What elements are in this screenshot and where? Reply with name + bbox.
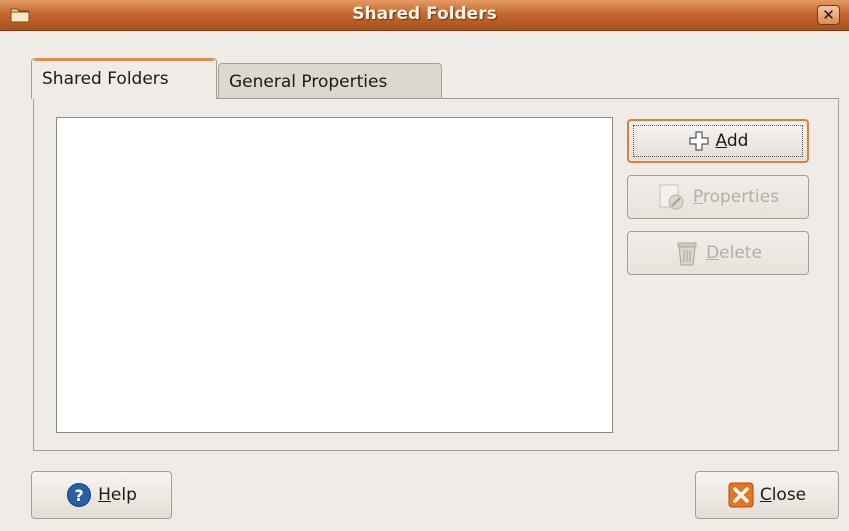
properties-button[interactable]: Properties: [627, 175, 809, 219]
help-icon: ?: [67, 483, 92, 507]
properties-icon: [659, 184, 684, 210]
help-button-label: Help: [98, 485, 137, 505]
trash-icon: [677, 242, 697, 266]
window-title: Shared Folders: [352, 4, 497, 24]
help-button[interactable]: ? Help: [31, 471, 172, 519]
add-button[interactable]: Add: [627, 119, 809, 163]
tab-general-properties[interactable]: General Properties: [218, 63, 442, 98]
close-button[interactable]: Close: [695, 471, 839, 519]
close-icon: [728, 482, 754, 508]
title-bar: Shared Folders ✕: [0, 0, 849, 31]
delete-button-label: Delete: [706, 243, 762, 263]
window-close-button[interactable]: ✕: [817, 5, 840, 25]
tab-shared-folders[interactable]: Shared Folders: [31, 58, 217, 99]
close-button-label: Close: [759, 485, 807, 505]
properties-button-label: Properties: [693, 187, 779, 207]
shared-folders-list[interactable]: [56, 117, 613, 433]
svg-text:?: ?: [74, 486, 83, 505]
delete-button[interactable]: Delete: [627, 231, 809, 275]
